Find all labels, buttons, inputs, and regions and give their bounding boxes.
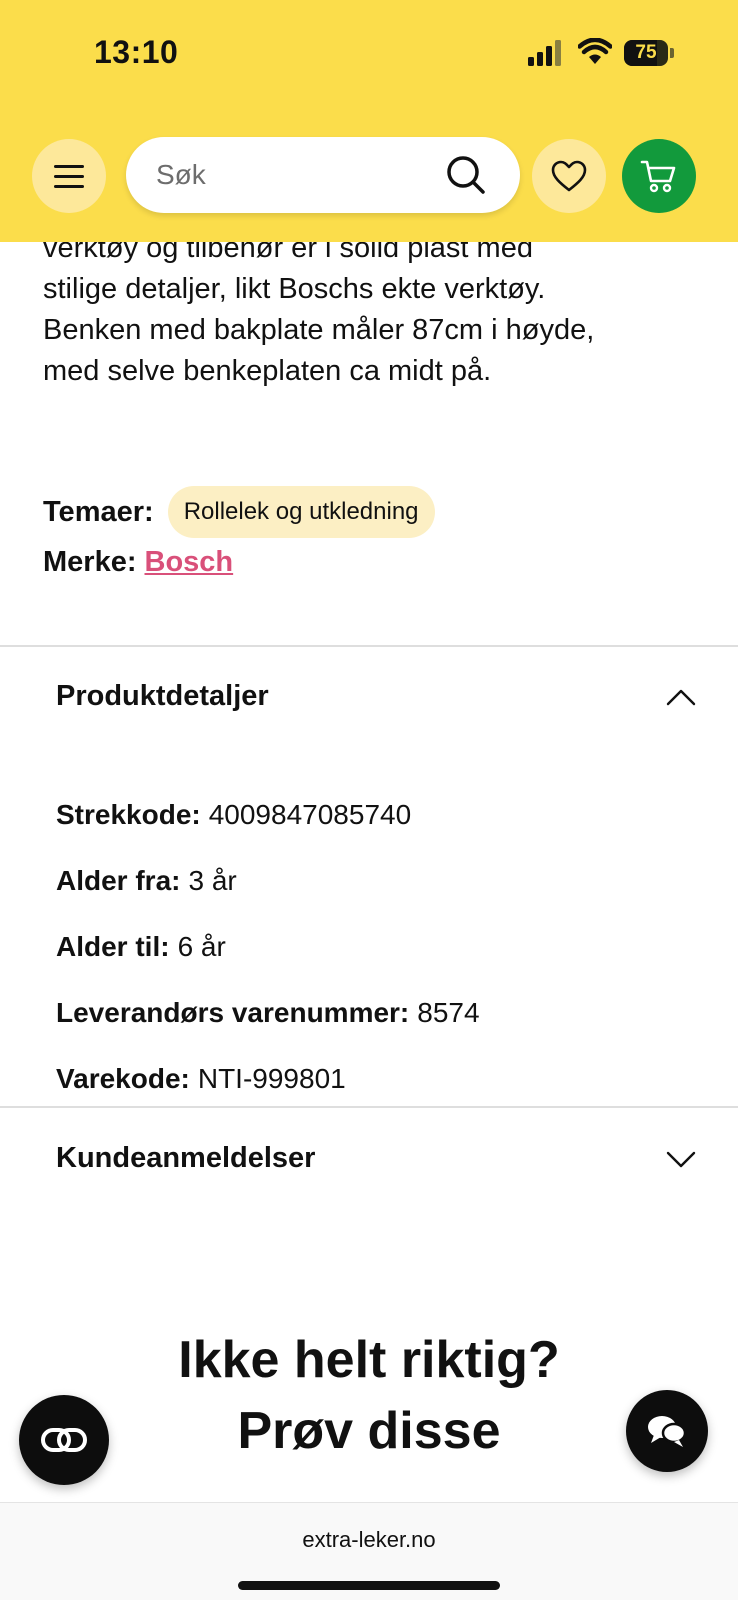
detail-label: Strekkode: bbox=[56, 799, 201, 830]
chevron-down-icon[interactable] bbox=[666, 1150, 696, 1168]
brand-row: Merke: Bosch bbox=[43, 546, 703, 579]
detail-value: 6 år bbox=[177, 931, 226, 962]
battery-percentage: 75 bbox=[635, 42, 657, 63]
detail-row-barcode: Strekkode: 4009847085740 bbox=[56, 782, 696, 848]
product-meta: Temaer: Rollelek og utkledning Merke: Bo… bbox=[43, 486, 703, 579]
browser-address-bar[interactable]: extra-leker.no bbox=[0, 1502, 738, 1600]
status-time: 13:10 bbox=[94, 34, 179, 70]
product-details-list: Strekkode: 4009847085740 Alder fra: 3 år… bbox=[56, 782, 696, 1112]
detail-label: Leverandørs varenummer: bbox=[56, 997, 410, 1028]
chat-button[interactable] bbox=[626, 1390, 708, 1472]
wishlist-button[interactable] bbox=[532, 139, 606, 213]
wifi-icon bbox=[578, 38, 612, 64]
chevron-up-icon[interactable] bbox=[666, 688, 696, 706]
battery-indicator: 75 bbox=[624, 40, 674, 66]
url-text[interactable]: extra-leker.no bbox=[0, 1527, 738, 1553]
search-bar[interactable] bbox=[126, 137, 520, 213]
site-header: 13:10 75 bbox=[0, 0, 738, 242]
divider bbox=[0, 645, 738, 647]
themes-row: Temaer: Rollelek og utkledning bbox=[43, 486, 703, 538]
detail-row-age-to: Alder til: 6 år bbox=[56, 914, 696, 980]
product-details-title: Produktdetaljer bbox=[56, 680, 269, 712]
detail-value: 3 år bbox=[188, 865, 237, 896]
chat-icon bbox=[648, 1416, 687, 1447]
detail-label: Alder til: bbox=[56, 931, 170, 962]
suggestions-heading: Ikke helt riktig? Prøv disse bbox=[0, 1325, 738, 1467]
link-icon bbox=[41, 1428, 87, 1452]
detail-row-age-from: Alder fra: 3 år bbox=[56, 848, 696, 914]
detail-row-supplier-number: Leverandørs varenummer: 8574 bbox=[56, 980, 696, 1046]
cart-icon bbox=[640, 160, 676, 193]
detail-value: NTI-999801 bbox=[197, 1063, 346, 1094]
menu-icon bbox=[54, 165, 84, 188]
search-icon[interactable] bbox=[444, 153, 488, 197]
search-input[interactable] bbox=[156, 155, 426, 195]
reviews-title: Kundeanmeldelser bbox=[56, 1142, 316, 1174]
detail-label: Varekode: bbox=[56, 1063, 190, 1094]
menu-button[interactable] bbox=[32, 139, 106, 213]
link-button[interactable] bbox=[19, 1395, 109, 1485]
detail-value: 8574 bbox=[417, 997, 480, 1028]
suggestions-line-1: Ikke helt riktig? bbox=[178, 1331, 560, 1389]
description-line: med selve benkeplaten ca midt på. bbox=[43, 355, 492, 387]
detail-value: 4009847085740 bbox=[208, 799, 412, 830]
reviews-header[interactable]: Kundeanmeldelser bbox=[56, 1142, 696, 1175]
themes-label: Temaer: bbox=[43, 495, 154, 528]
theme-tag[interactable]: Rollelek og utkledning bbox=[167, 486, 435, 538]
description-line: Benken med bakplate måler 87cm i høyde, bbox=[43, 314, 595, 346]
heart-icon bbox=[551, 160, 587, 192]
cellular-signal-icon bbox=[528, 40, 561, 66]
brand-link[interactable]: Bosch bbox=[145, 546, 234, 579]
cart-button[interactable] bbox=[622, 139, 696, 213]
home-indicator bbox=[238, 1581, 500, 1590]
divider bbox=[0, 1106, 738, 1108]
detail-row-item-code: Varekode: NTI-999801 bbox=[56, 1046, 696, 1112]
description-line: stilige detaljer, likt Boschs ekte verkt… bbox=[43, 273, 546, 305]
detail-label: Alder fra: bbox=[56, 865, 181, 896]
product-description: verktøy og tilbehør er i solid plast med… bbox=[43, 228, 703, 392]
brand-label: Merke: bbox=[43, 546, 137, 578]
product-details-header[interactable]: Produktdetaljer bbox=[56, 680, 696, 713]
